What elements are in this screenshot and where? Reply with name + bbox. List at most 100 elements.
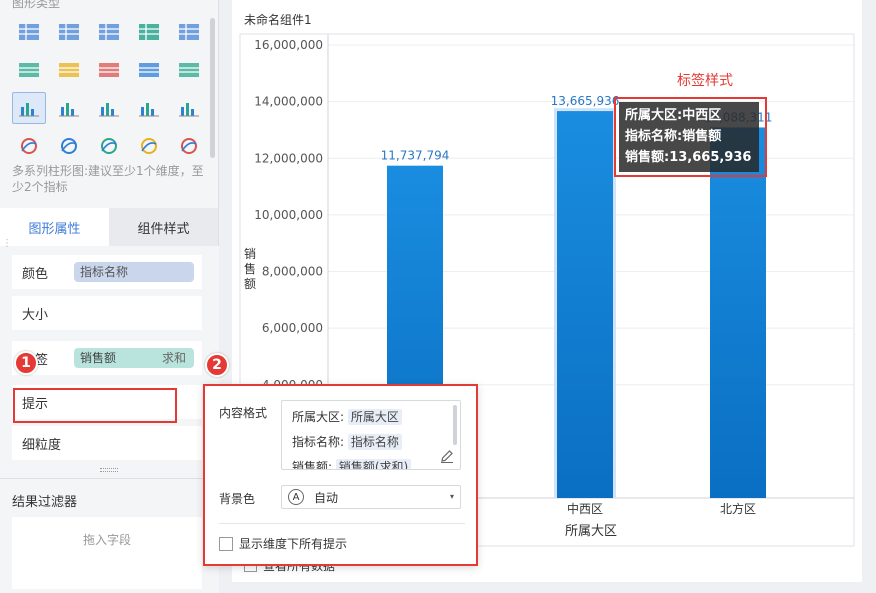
content-format-line: 所属大区: 所属大区 <box>292 405 450 430</box>
chart-type-scrollbar[interactable] <box>210 18 215 158</box>
y-axis-title-char: 销 <box>244 247 256 261</box>
number-card-icon[interactable] <box>172 16 206 48</box>
treemap-icon[interactable] <box>132 16 166 48</box>
y-tick-label: 8,000,000 <box>262 265 323 279</box>
content-format-field-tag[interactable]: 所属大区 <box>347 409 402 425</box>
panel-splitter-icon[interactable] <box>100 468 118 472</box>
scatter-icon-glyph <box>101 138 117 154</box>
radar-icon[interactable] <box>12 130 46 162</box>
content-format-line: 销售额: 销售额(求和) <box>292 455 450 470</box>
left-panel: 图形类型 多系列柱形图:建议至少1个维度，至少2个指标 图形属性 组件样式 ⋮ … <box>0 0 219 593</box>
stacked-bar-icon-glyph <box>99 103 119 117</box>
tab-graph-properties[interactable]: 图形属性 <box>0 208 109 246</box>
y-tick-label: 16,000,000 <box>254 38 323 52</box>
bar[interactable] <box>557 111 613 498</box>
pie-chart-icon-glyph <box>181 138 197 154</box>
bubble-icon[interactable] <box>132 130 166 162</box>
filter-drop-zone[interactable]: 拖入字段 <box>12 517 202 589</box>
tooltip-line-metric: 指标名称:销售额 <box>625 129 722 144</box>
multi-kpi-icon-glyph <box>59 63 79 77</box>
resize-handle-icon[interactable]: ⋮ <box>2 238 12 249</box>
prop-label[interactable]: 标签 销售额 求和 <box>12 341 202 375</box>
cross-table-icon[interactable] <box>52 16 86 48</box>
y-tick-label: 10,000,000 <box>254 208 323 222</box>
multi-line-icon[interactable] <box>132 92 166 124</box>
y-tick-label: 6,000,000 <box>262 321 323 335</box>
result-filter-title: 结果过滤器 <box>12 495 78 510</box>
pie-chart-icon[interactable] <box>172 130 206 162</box>
kpi-table-icon[interactable] <box>12 54 46 86</box>
step-badge-1: 1 <box>14 351 38 375</box>
y-tick-label: 12,000,000 <box>254 151 323 165</box>
y-tick-label: 14,000,000 <box>254 95 323 109</box>
x-tick-label: 北方区 <box>720 501 756 516</box>
tooltip-prop-highlight <box>13 388 177 423</box>
bar[interactable] <box>710 127 766 498</box>
multi-bar-chart-icon[interactable] <box>12 92 46 124</box>
multi-line-icon-glyph <box>139 103 159 117</box>
tab-component-style[interactable]: 组件样式 <box>109 208 218 246</box>
label-field-aggregation: 求和 <box>161 351 186 365</box>
cross-table-icon-glyph <box>59 24 79 40</box>
result-filter-section: 结果过滤器 拖入字段 <box>0 478 219 593</box>
detail-table-icon-glyph <box>99 24 119 40</box>
content-format-key: 指标名称: <box>292 435 348 449</box>
bar-chart-icon-glyph <box>139 63 159 77</box>
prop-size-label: 大小 <box>22 307 49 323</box>
bar-value-label: 13,665,936 <box>551 94 620 108</box>
multi-bar-chart-icon-glyph <box>19 103 39 117</box>
chart-hover-tooltip: 所属大区:中西区 指标名称:销售额 销售额:13,665,936 <box>619 102 759 172</box>
y-axis-title-char: 额 <box>244 277 256 291</box>
content-format-editor[interactable]: 所属大区: 所属大区 指标名称: 指标名称 销售额: 销售额(求和) <box>281 400 461 470</box>
y-axis-title-char: 售 <box>244 261 256 276</box>
heatmap-icon[interactable] <box>92 54 126 86</box>
color-field-pill[interactable]: 指标名称 <box>74 262 194 282</box>
table-icon-glyph <box>19 24 39 40</box>
edit-pencil-icon[interactable] <box>440 449 454 463</box>
background-color-select[interactable]: A 自动 ▾ <box>281 485 461 509</box>
content-format-scrollbar[interactable] <box>453 405 457 445</box>
bar-value-label: 11,737,794 <box>381 149 450 163</box>
stacked-bar-icon[interactable] <box>92 92 126 124</box>
prop-color[interactable]: 颜色 指标名称 <box>12 255 202 289</box>
prop-size[interactable]: 大小 <box>12 296 202 330</box>
prop-granularity-label: 细粒度 <box>22 437 62 453</box>
popup-divider <box>219 523 465 524</box>
bar-chart-icon-2-glyph <box>179 63 199 77</box>
content-format-field-tag[interactable]: 指标名称 <box>347 434 402 450</box>
line-chart-icon-glyph <box>179 103 199 117</box>
tooltip-settings-popup: 内容格式 所属大区: 所属大区 指标名称: 指标名称 销售额: 销售额(求和) 背景… <box>203 384 478 566</box>
heatmap-icon-glyph <box>99 63 119 77</box>
content-format-field-tag[interactable]: 销售额(求和) <box>335 459 412 469</box>
area-chart-icon[interactable] <box>52 130 86 162</box>
content-format-line: 指标名称: 指标名称 <box>292 430 450 455</box>
content-format-key: 所属大区: <box>292 410 348 424</box>
table-icon[interactable] <box>12 16 46 48</box>
treemap-icon-glyph <box>139 24 159 40</box>
area-chart-icon-glyph <box>61 138 77 154</box>
horizontal-bar-icon[interactable] <box>52 92 86 124</box>
number-card-icon-glyph <box>179 24 199 40</box>
label-field-pill[interactable]: 销售额 求和 <box>74 348 194 368</box>
content-format-key: 销售额: <box>292 460 336 470</box>
line-chart-icon[interactable] <box>172 92 206 124</box>
bubble-icon-glyph <box>141 138 157 154</box>
radar-icon-glyph <box>21 138 37 154</box>
label-field-name: 销售额 <box>80 351 117 365</box>
detail-table-icon[interactable] <box>92 16 126 48</box>
multi-kpi-icon[interactable] <box>52 54 86 86</box>
bar-chart-icon-2[interactable] <box>172 54 206 86</box>
horizontal-bar-icon-glyph <box>59 103 79 117</box>
bar-chart-icon[interactable] <box>132 54 166 86</box>
prop-granularity[interactable]: 细粒度 <box>12 426 202 460</box>
show-all-tips-checkbox[interactable] <box>219 536 233 551</box>
x-axis-title: 所属大区 <box>565 524 617 539</box>
content-format-label: 内容格式 <box>219 406 268 420</box>
chart-type-section-title: 图形类型 <box>12 0 61 10</box>
show-all-tips-row[interactable]: 显示维度下所有提示 <box>219 535 347 552</box>
show-all-tips-label: 显示维度下所有提示 <box>239 537 348 551</box>
chart-type-hint: 多系列柱形图:建议至少1个维度，至少2个指标 <box>12 164 204 194</box>
filter-drop-hint: 拖入字段 <box>82 533 131 547</box>
scatter-icon[interactable] <box>92 130 126 162</box>
auto-color-icon: A <box>288 489 304 505</box>
